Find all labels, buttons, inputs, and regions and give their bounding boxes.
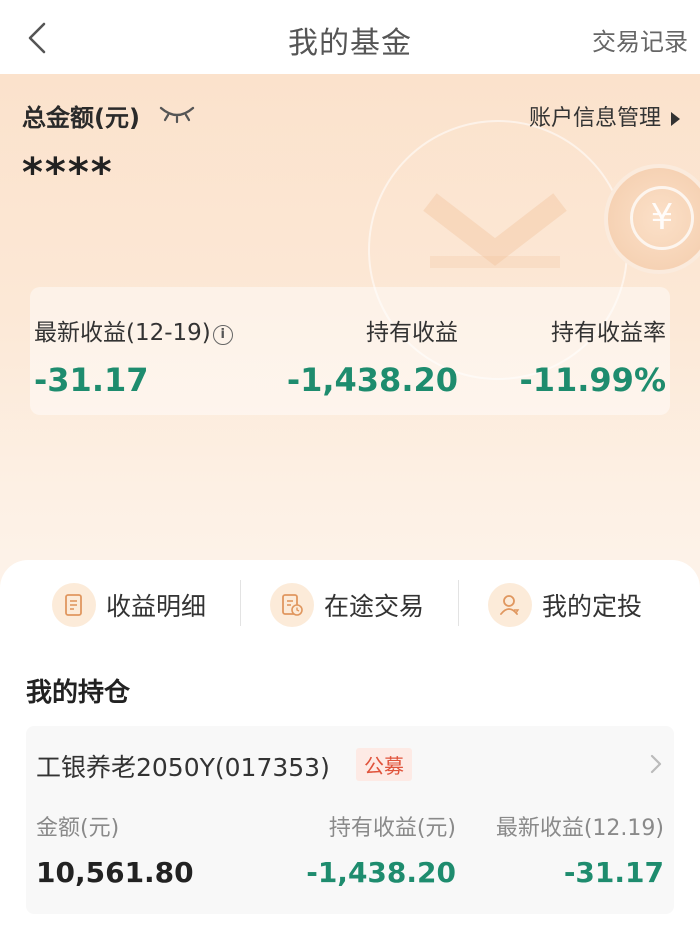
holding-return-rate-value: -11.99% (519, 361, 666, 399)
eye-closed-icon[interactable] (158, 104, 196, 124)
account-info-label: 账户信息管理 (528, 106, 661, 131)
holding-return-stat: 持有收益 -1,438.20 (287, 313, 458, 399)
caret-right-icon (671, 112, 680, 126)
latest-return-label: 最新收益(12-19) (34, 320, 211, 346)
holdings-section-title: 我的持仓 (26, 678, 131, 708)
fund-type-badge: 公募 (356, 748, 412, 781)
latest-return-column: 最新收益(12.19) -31.17 (496, 810, 664, 889)
divider (240, 580, 241, 626)
transaction-record-link[interactable]: 交易记录 (592, 22, 688, 57)
holding-return-column: 持有收益(元) -1,438.20 (306, 810, 456, 889)
return-details-label: 收益明细 (106, 592, 207, 621)
amount-label: 金额(元) (36, 816, 120, 841)
user-icon (488, 583, 532, 627)
fund-name: 工银养老2050Y(017353) (36, 753, 330, 782)
pending-document-icon (270, 583, 314, 627)
holding-return-label: 持有收益(元) (328, 816, 456, 841)
latest-return-value: -31.17 (563, 856, 664, 889)
latest-return-stat: 最新收益(12-19) i -31.17 (34, 313, 233, 399)
latest-return-value: -31.17 (34, 361, 149, 399)
amount-column: 金额(元) 10,561.80 (36, 810, 194, 889)
holding-return-label: 持有收益 (366, 320, 458, 346)
my-auto-invest-button[interactable]: 我的定投 (488, 580, 642, 630)
holding-return-rate-label: 持有收益率 (551, 320, 666, 346)
top-nav-bar: 我的基金 交易记录 (0, 0, 700, 74)
document-icon (52, 583, 96, 627)
holding-return-value: -1,438.20 (286, 361, 458, 399)
summary-panel: ¥ 总金额(元) 账户信息管理 **** 最新收益(12-19) i -31.17… (0, 74, 700, 594)
amount-value: 10,561.80 (36, 856, 194, 889)
holding-return-rate-stat: 持有收益率 -11.99% (519, 313, 666, 399)
decorative-arrow-icon (423, 193, 567, 268)
return-details-button[interactable]: 收益明细 (52, 580, 206, 630)
info-icon[interactable]: i (212, 325, 233, 345)
total-amount-label: 总金额(元) (22, 104, 140, 132)
latest-return-label: 最新收益(12.19) (495, 816, 664, 841)
pending-transactions-label: 在途交易 (324, 592, 425, 621)
divider (458, 580, 459, 626)
holding-return-value: -1,438.20 (306, 856, 456, 889)
my-auto-invest-label: 我的定投 (542, 592, 643, 621)
pending-transactions-button[interactable]: 在途交易 (270, 580, 424, 630)
chevron-right-icon[interactable] (648, 752, 664, 776)
returns-stats-box: 最新收益(12-19) i -31.17 持有收益 -1,438.20 持有收益率… (30, 287, 670, 415)
holding-card[interactable]: 工银养老2050Y(017353) 公募 金额(元) 10,561.80 持有收… (26, 726, 674, 914)
account-info-link[interactable]: 账户信息管理 (529, 100, 680, 132)
masked-total-amount: **** (22, 150, 114, 196)
main-card: 收益明细 在途交易 我的定投 我的持仓 工银养老2050Y(017353) 公募… (0, 560, 700, 946)
